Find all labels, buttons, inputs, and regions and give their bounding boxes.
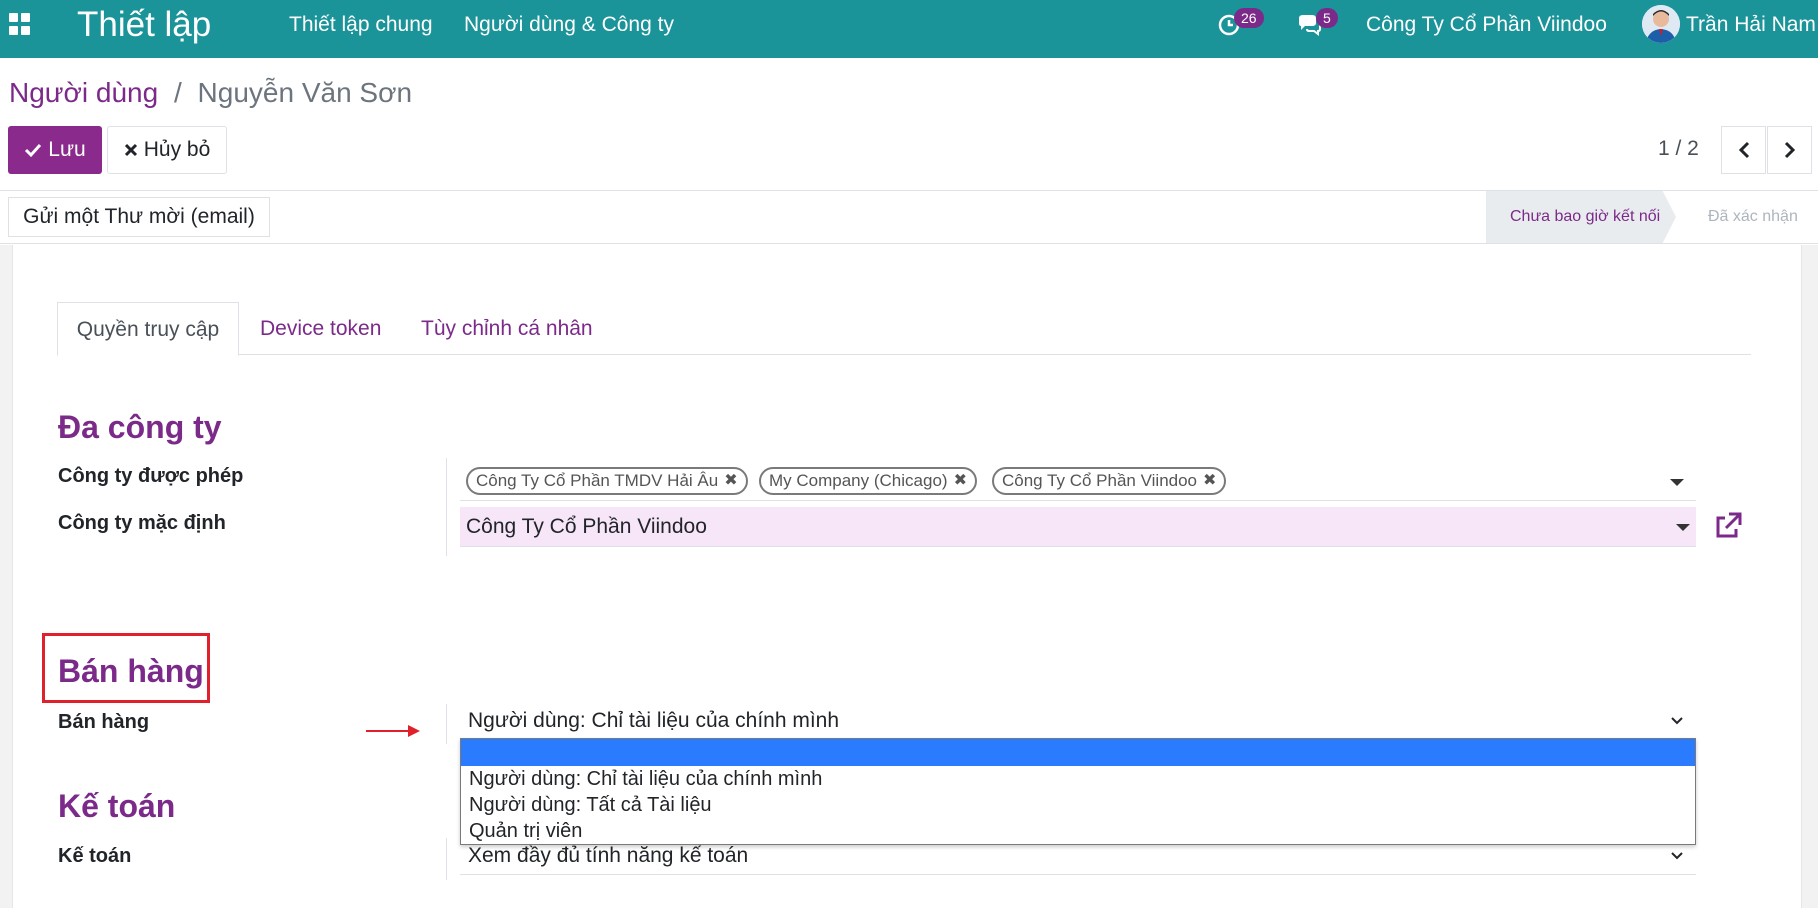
section-title-sales: Bán hàng bbox=[58, 653, 204, 689]
breadcrumb-separator: / bbox=[173, 77, 182, 108]
notebook-tabs: Quyền truy cập Device token Tùy chỉnh cá… bbox=[57, 302, 1751, 356]
message-count-badge: 5 bbox=[1316, 8, 1338, 28]
tab-access-rights[interactable]: Quyền truy cập bbox=[57, 302, 239, 356]
default-company-label: Công ty mặc định bbox=[58, 512, 226, 534]
pager-value[interactable]: 1 / 2 bbox=[1658, 137, 1699, 161]
send-invitation-button[interactable]: Gửi một Thư mời (email) bbox=[8, 197, 270, 237]
discard-label: Hủy bỏ bbox=[143, 138, 211, 161]
default-company-field[interactable]: Công Ty Cổ Phần Viindoo bbox=[460, 507, 1696, 547]
accounting-field-label: Kế toán bbox=[58, 845, 132, 867]
section-title-multi-company: Đa công ty bbox=[58, 409, 222, 445]
top-navbar: Thiết lập Thiết lập chung Người dùng & C… bbox=[0, 0, 1818, 58]
breadcrumb: Người dùng / Nguyễn Văn Sơn bbox=[9, 77, 412, 109]
external-link-icon[interactable] bbox=[1712, 510, 1744, 542]
dropdown-option-own-documents[interactable]: Người dùng: Chỉ tài liệu của chính mình bbox=[461, 766, 1695, 792]
check-icon bbox=[25, 143, 42, 158]
pager-previous-button[interactable] bbox=[1721, 126, 1766, 174]
app-menu-icon[interactable] bbox=[9, 13, 31, 35]
company-tag: Công Ty Cổ Phần Viindoo ✖ bbox=[992, 467, 1227, 495]
sales-access-value: Người dùng: Chỉ tài liệu của chính mình bbox=[468, 709, 840, 732]
breadcrumb-current: Nguyễn Văn Sơn bbox=[197, 77, 413, 108]
close-icon bbox=[124, 143, 137, 157]
field-divider bbox=[446, 838, 447, 880]
dropdown-option-administrator[interactable]: Quản trị viên bbox=[461, 818, 1695, 844]
red-arrow-annotation-icon bbox=[366, 725, 420, 737]
user-avatar[interactable] bbox=[1642, 5, 1680, 43]
chevron-right-icon bbox=[1784, 141, 1795, 159]
status-bar: Gửi một Thư mời (email) Chưa bao giờ kết… bbox=[0, 190, 1818, 244]
menu-general-settings[interactable]: Thiết lập chung bbox=[289, 13, 433, 37]
company-tag: My Company (Chicago) ✖ bbox=[759, 467, 977, 495]
field-divider bbox=[446, 704, 447, 744]
save-label: Lưu bbox=[48, 138, 86, 161]
remove-tag-icon[interactable]: ✖ bbox=[1203, 469, 1216, 493]
company-tag-label: Công Ty Cổ Phần TMDV Hải Âu bbox=[476, 471, 719, 490]
company-tag: Công Ty Cổ Phần TMDV Hải Âu ✖ bbox=[466, 467, 748, 495]
save-button[interactable]: Lưu bbox=[8, 126, 102, 174]
tab-preferences[interactable]: Tùy chỉnh cá nhân bbox=[421, 302, 593, 356]
discard-button[interactable]: Hủy bỏ bbox=[107, 126, 227, 174]
default-company-value: Công Ty Cổ Phần Viindoo bbox=[466, 515, 707, 538]
caret-down-icon[interactable] bbox=[1670, 479, 1684, 486]
dropdown-option-all-documents[interactable]: Người dùng: Tất cả Tài liệu bbox=[461, 792, 1695, 818]
section-title-accounting: Kế toán bbox=[58, 788, 176, 824]
dropdown-option-empty[interactable] bbox=[461, 739, 1695, 766]
menu-users-companies[interactable]: Người dùng & Công ty bbox=[464, 13, 674, 37]
sales-access-select[interactable]: Người dùng: Chỉ tài liệu của chính mình bbox=[460, 704, 1696, 740]
breadcrumb-users-link[interactable]: Người dùng bbox=[9, 77, 158, 108]
field-divider bbox=[446, 458, 447, 556]
allowed-companies-label: Công ty được phép bbox=[58, 465, 244, 487]
user-portrait-icon bbox=[1642, 5, 1680, 43]
sales-options-dropdown: Người dùng: Chỉ tài liệu của chính mình … bbox=[460, 738, 1696, 845]
pager-next-button[interactable] bbox=[1767, 126, 1812, 174]
stage-confirmed[interactable]: Đã xác nhận bbox=[1708, 208, 1798, 226]
company-tag-label: My Company (Chicago) bbox=[769, 471, 948, 490]
company-tag-label: Công Ty Cổ Phần Viindoo bbox=[1002, 471, 1198, 490]
remove-tag-icon[interactable]: ✖ bbox=[954, 469, 967, 493]
chevron-left-icon bbox=[1738, 141, 1749, 159]
activity-count-badge: 26 bbox=[1234, 8, 1264, 28]
caret-down-icon[interactable] bbox=[1676, 524, 1690, 531]
remove-tag-icon[interactable]: ✖ bbox=[724, 469, 737, 493]
sales-field-label: Bán hàng bbox=[58, 711, 150, 733]
company-switcher[interactable]: Công Ty Cổ Phần Viindoo bbox=[1366, 13, 1607, 37]
app-title: Thiết lập bbox=[77, 5, 212, 44]
tab-device-token[interactable]: Device token bbox=[260, 302, 381, 356]
accounting-access-value: Xem đầy đủ tính năng kế toán bbox=[468, 844, 749, 867]
chevron-down-icon bbox=[1671, 852, 1683, 860]
stage-never-connected[interactable]: Chưa bao giờ kết nối bbox=[1486, 191, 1676, 243]
allowed-companies-field[interactable]: Công Ty Cổ Phần TMDV Hải Âu ✖ My Company… bbox=[460, 463, 1696, 501]
chevron-down-icon bbox=[1671, 717, 1683, 725]
user-name[interactable]: Trần Hải Nam bbox=[1686, 13, 1816, 37]
